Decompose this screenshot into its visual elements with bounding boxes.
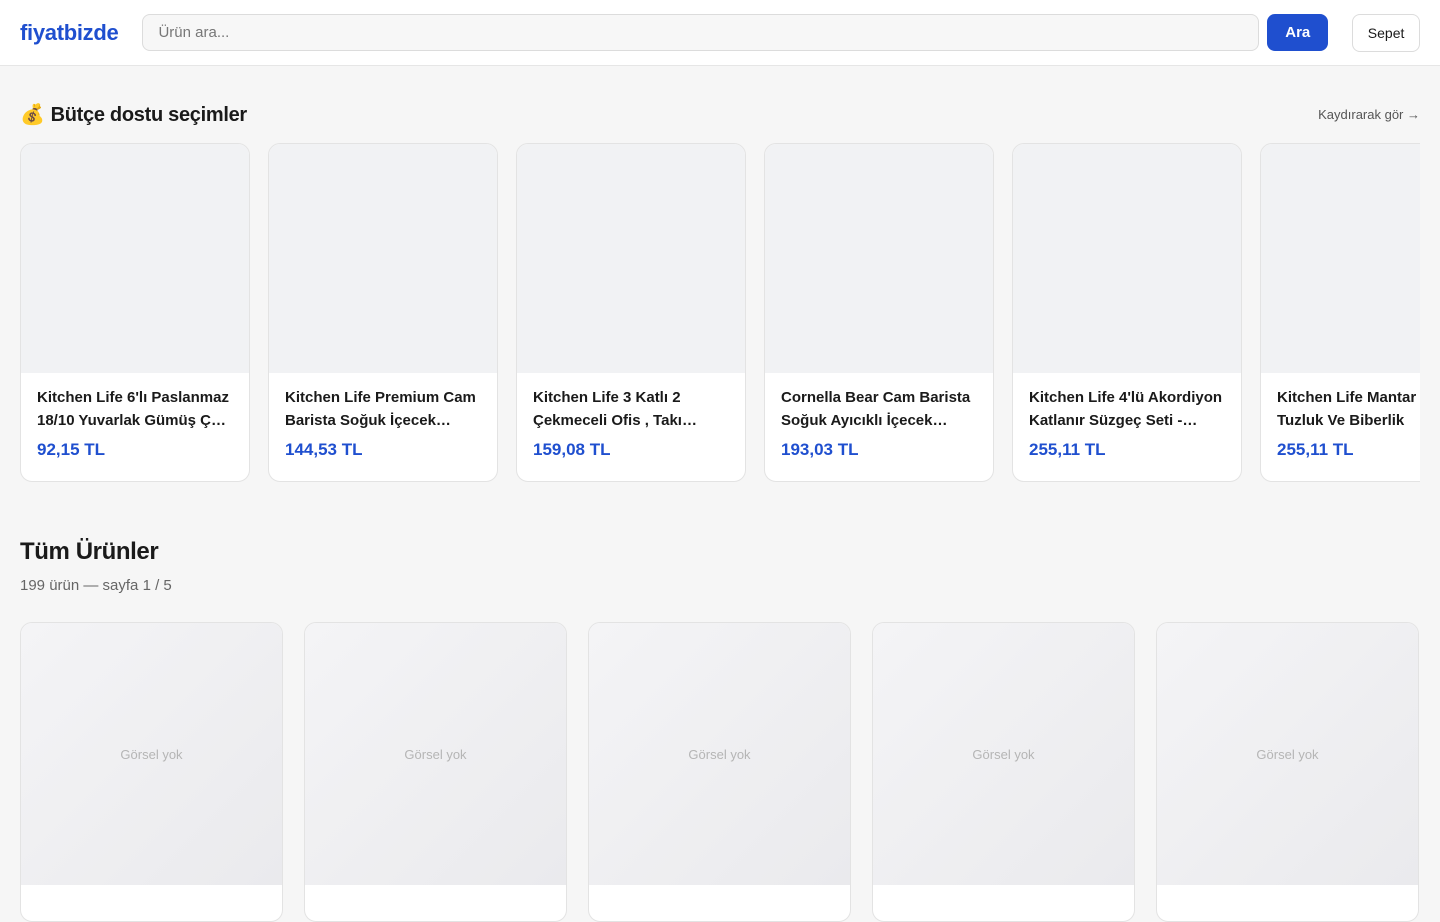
- product-name: Kitchen Life 6'lı Paslanmaz 18/10 Yuvarl…: [37, 389, 229, 429]
- grid-product-card[interactable]: Görsel yok: [872, 622, 1135, 922]
- product-price: 92,15 TL: [37, 440, 106, 459]
- cart-button[interactable]: Sepet: [1352, 13, 1420, 52]
- product-card[interactable]: Kitchen Life 4'lü Akordiyon Katlanır Süz…: [1012, 143, 1242, 482]
- budget-section-header: 💰 Bütçe dostu seçimler Kaydırarak gör →: [20, 100, 1420, 128]
- search-button[interactable]: Ara: [1267, 14, 1329, 51]
- product-card-body: Cornella Bear Cam Barista Soğuk Ayıcıklı…: [765, 373, 993, 460]
- no-image-placeholder: Görsel yok: [873, 623, 1134, 885]
- product-name: Kitchen Life Mantar Bambu Tuzluk Ve Bibe…: [1277, 389, 1420, 429]
- grid-product-card[interactable]: Görsel yok: [588, 622, 851, 922]
- product-image: [1013, 144, 1241, 373]
- product-card-body: Kitchen Life Premium Cam Barista Soğuk İ…: [269, 373, 497, 460]
- product-name: Kitchen Life 4'lü Akordiyon Katlanır Süz…: [1029, 389, 1223, 429]
- product-name: Kitchen Life Premium Cam Barista Soğuk İ…: [285, 389, 476, 429]
- product-image: [1261, 144, 1420, 373]
- product-name: Cornella Bear Cam Barista Soğuk Ayıcıklı…: [781, 389, 971, 429]
- no-image-placeholder: Görsel yok: [1157, 623, 1418, 885]
- all-products-meta: 199 ürün — sayfa 1 / 5: [20, 577, 172, 594]
- money-bag-icon: 💰: [20, 103, 45, 126]
- budget-section-title: 💰 Bütçe dostu seçimler: [20, 102, 247, 127]
- grid-product-card[interactable]: Görsel yok: [20, 622, 283, 922]
- carousel-track: Kitchen Life 6'lı Paslanmaz 18/10 Yuvarl…: [20, 143, 1420, 482]
- product-card[interactable]: Kitchen Life Mantar Bambu Tuzluk Ve Bibe…: [1260, 143, 1420, 482]
- product-card-body: Kitchen Life 6'lı Paslanmaz 18/10 Yuvarl…: [21, 373, 249, 460]
- product-image: [269, 144, 497, 373]
- product-price: 193,03 TL: [781, 440, 859, 459]
- product-image: [517, 144, 745, 373]
- all-products-title: Tüm Ürünler: [20, 538, 159, 565]
- product-price: 159,08 TL: [533, 440, 611, 459]
- product-price: 144,53 TL: [285, 440, 363, 459]
- product-card[interactable]: Cornella Bear Cam Barista Soğuk Ayıcıklı…: [764, 143, 994, 482]
- no-image-placeholder: Görsel yok: [21, 623, 282, 885]
- product-price: 255,11 TL: [1277, 440, 1354, 459]
- product-name: Kitchen Life 3 Katlı 2 Çekmeceli Ofis , …: [533, 389, 682, 429]
- product-card-body: Kitchen Life 3 Katlı 2 Çekmeceli Ofis , …: [517, 373, 745, 460]
- budget-title-text: Bütçe dostu seçimler: [50, 103, 248, 126]
- product-image: [765, 144, 993, 373]
- grid-product-card[interactable]: Görsel yok: [1156, 622, 1419, 922]
- no-image-placeholder: Görsel yok: [305, 623, 566, 885]
- product-grid: Görsel yok Görsel yok Görsel yok Görsel …: [20, 622, 1420, 922]
- no-image-placeholder: Görsel yok: [589, 623, 850, 885]
- grid-product-card[interactable]: Görsel yok: [304, 622, 567, 922]
- product-image: [21, 144, 249, 373]
- site-logo[interactable]: fiyatbizde: [20, 20, 119, 46]
- product-card-body: Kitchen Life Mantar Bambu Tuzluk Ve Bibe…: [1261, 373, 1420, 460]
- product-price: 255,11 TL: [1029, 440, 1106, 459]
- scroll-hint: Kaydırarak gör →: [1318, 106, 1420, 122]
- top-bar: fiyatbizde Ara Sepet: [0, 0, 1440, 66]
- product-card-body: Kitchen Life 4'lü Akordiyon Katlanır Süz…: [1013, 373, 1241, 460]
- search-input[interactable]: [142, 14, 1260, 51]
- product-card[interactable]: Kitchen Life 6'lı Paslanmaz 18/10 Yuvarl…: [20, 143, 250, 482]
- product-card[interactable]: Kitchen Life 3 Katlı 2 Çekmeceli Ofis , …: [516, 143, 746, 482]
- product-card[interactable]: Kitchen Life Premium Cam Barista Soğuk İ…: [268, 143, 498, 482]
- budget-carousel[interactable]: Kitchen Life 6'lı Paslanmaz 18/10 Yuvarl…: [20, 143, 1420, 483]
